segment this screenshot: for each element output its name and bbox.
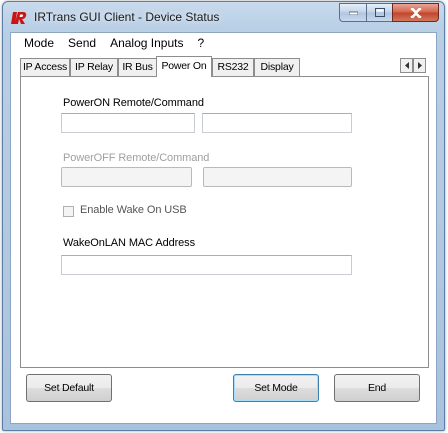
set-default-button[interactable]: Set Default: [26, 374, 112, 402]
maximize-button[interactable]: [366, 3, 392, 22]
tab-ip-relay[interactable]: IP Relay: [70, 58, 118, 76]
tab-ip-access[interactable]: IP Access: [20, 58, 70, 76]
menu-help[interactable]: ?: [190, 33, 211, 53]
caption-buttons: [339, 3, 439, 22]
tab-rs232[interactable]: RS232: [212, 58, 254, 76]
minimize-button[interactable]: [339, 3, 366, 22]
power-on-remote-field[interactable]: [61, 113, 195, 133]
mac-address-label: WakeOnLAN MAC Address: [63, 237, 195, 249]
power-on-panel: PowerON Remote/Command PowerOFF Remote/C…: [20, 76, 429, 368]
arrow-left-icon: [404, 62, 409, 69]
tab-display[interactable]: Display: [254, 58, 300, 76]
close-icon: [409, 7, 422, 18]
window-title: IRTrans GUI Client - Device Status: [34, 10, 220, 24]
menu-analog-inputs[interactable]: Analog Inputs: [103, 33, 190, 53]
client-area: Mode Send Analog Inputs ? IP Access IP R…: [10, 32, 437, 424]
power-off-command-field[interactable]: [203, 167, 352, 187]
wake-usb-label: Enable Wake On USB: [80, 204, 187, 216]
close-button[interactable]: [392, 3, 439, 22]
tab-scroll-right[interactable]: [413, 58, 426, 73]
power-off-label: PowerOFF Remote/Command: [63, 152, 210, 164]
irtrans-logo-icon: [11, 12, 27, 24]
tab-power-on[interactable]: Power On: [156, 56, 212, 77]
title-bar[interactable]: IRTrans GUI Client - Device Status: [3, 2, 444, 32]
end-button[interactable]: End: [334, 374, 420, 402]
set-mode-button[interactable]: Set Mode: [233, 374, 319, 402]
arrow-right-icon: [417, 62, 422, 69]
maximize-icon: [374, 8, 385, 17]
mac-address-field[interactable]: [61, 255, 352, 275]
tab-strip: IP Access IP Relay IR Bus Power On RS232…: [20, 56, 430, 77]
minimize-icon: [348, 11, 358, 15]
power-on-label: PowerON Remote/Command: [63, 97, 204, 109]
menu-bar: Mode Send Analog Inputs ?: [11, 33, 436, 53]
power-off-remote-field[interactable]: [61, 167, 192, 187]
wake-usb-checkbox[interactable]: [63, 206, 74, 217]
main-window: IRTrans GUI Client - Device Status Mode …: [2, 1, 445, 431]
menu-send[interactable]: Send: [61, 33, 103, 53]
tab-scroll-buttons: [400, 58, 426, 73]
tab-scroll-left[interactable]: [400, 58, 413, 73]
tab-ir-bus[interactable]: IR Bus: [118, 58, 157, 76]
power-on-command-field[interactable]: [202, 113, 352, 133]
menu-mode[interactable]: Mode: [11, 33, 61, 53]
